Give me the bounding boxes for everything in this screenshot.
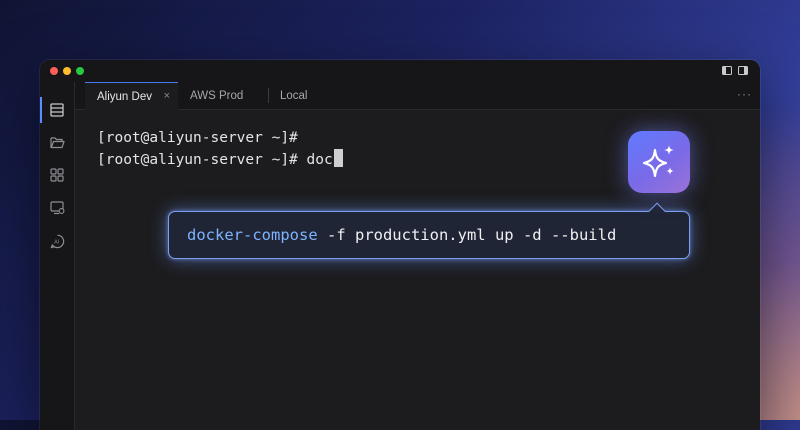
folder-open-icon <box>49 136 65 148</box>
terminal-output[interactable]: [root@aliyun-server ~]# [root@aliyun-ser… <box>97 127 343 171</box>
ai-command-suggestion[interactable]: docker-compose -f production.yml up -d -… <box>168 211 690 259</box>
sidebar: AI <box>40 82 75 430</box>
terminal-input-text: [root@aliyun-server ~]# doc <box>97 152 333 168</box>
close-tab-icon[interactable]: × <box>164 91 170 102</box>
terminal-line: [root@aliyun-server ~]# <box>97 130 298 146</box>
panel-right-icon[interactable] <box>738 66 748 75</box>
ai-assistant-button[interactable] <box>628 131 690 193</box>
more-options-button[interactable]: ··· <box>737 87 752 101</box>
sidebar-item-files[interactable] <box>40 127 74 157</box>
terminal-line-current: [root@aliyun-server ~]# doc <box>97 149 343 171</box>
title-bar <box>40 60 760 82</box>
svg-text:AI: AI <box>54 239 60 245</box>
suggestion-args: -f production.yml up -d --build <box>317 226 617 244</box>
panel-left-icon[interactable] <box>722 66 732 75</box>
sidebar-item-monitor[interactable] <box>40 193 74 223</box>
sidebar-item-ai[interactable]: AI <box>40 226 74 256</box>
tab-aws-prod[interactable]: AWS Prod <box>178 82 268 109</box>
text-cursor <box>333 149 343 167</box>
tab-bar: Aliyun Dev × AWS Prod Local ··· <box>75 82 760 110</box>
tab-label: AWS Prod <box>190 89 244 102</box>
tab-local[interactable]: Local <box>268 82 348 109</box>
minimize-window-button[interactable] <box>63 67 71 75</box>
close-window-button[interactable] <box>50 67 58 75</box>
maximize-window-button[interactable] <box>76 67 84 75</box>
sidebar-item-sessions[interactable] <box>40 95 74 125</box>
tab-label: Aliyun Dev <box>97 90 152 103</box>
grid-icon <box>50 168 64 182</box>
sparkles-icon <box>642 145 674 178</box>
sessions-icon <box>50 103 64 117</box>
ai-chat-icon: AI <box>50 234 64 248</box>
suggestion-command: docker-compose <box>187 226 318 244</box>
tab-label: Local <box>280 89 308 102</box>
sidebar-item-apps[interactable] <box>40 160 74 190</box>
terminal-window: AI Aliyun Dev × AWS Prod Local ··· [root… <box>40 60 760 430</box>
tab-aliyun-dev[interactable]: Aliyun Dev × <box>85 82 178 110</box>
monitor-settings-icon <box>49 201 64 215</box>
